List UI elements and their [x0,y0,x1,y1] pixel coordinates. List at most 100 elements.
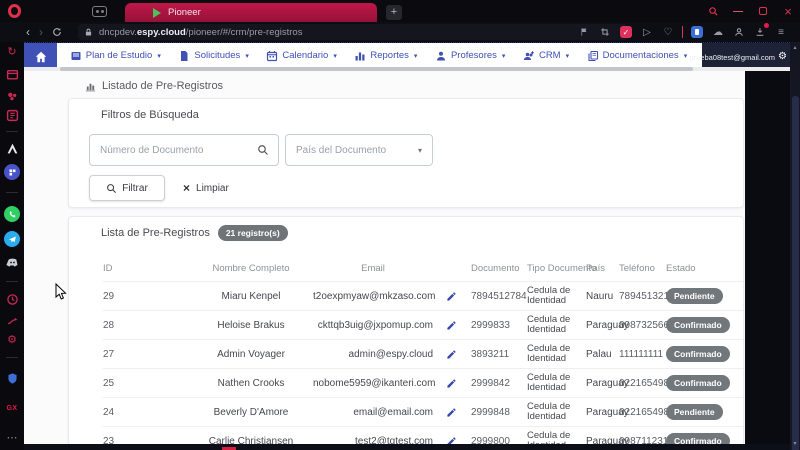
gx-logo-icon[interactable]: GX [0,400,24,416]
cell-telefono: 0987325665 [615,320,663,331]
column-header: Email [313,263,433,274]
telegram-icon[interactable] [0,231,24,247]
chevron-down-icon: ▾ [566,52,570,60]
account-gear-icon[interactable]: ⚙ [778,52,787,62]
search-tabs-icon[interactable] [705,3,721,19]
cell-telefono: 111111111 [615,349,663,360]
cell-documento: 3893211 [457,349,515,360]
v-scrollbar-thumb[interactable] [792,96,799,450]
column-header: País [579,263,615,274]
menu-icon[interactable]: ≡ [774,25,788,39]
chevron-down-icon: ▾ [245,52,249,60]
document-number-field[interactable] [89,134,279,166]
edit-pencil-icon[interactable] [433,378,457,389]
nav-item-profesores[interactable]: Profesores ▾ [435,50,505,62]
cell-email: admin@espy.cloud [313,349,433,360]
status-badge: Confirmado [666,317,730,333]
cloud-icon[interactable]: ☁ [711,25,725,39]
status-badge: Pendiente [666,288,723,304]
cell-documento: 2999842 [457,378,515,389]
pin-icon[interactable] [577,25,591,39]
scroll-down-icon[interactable]: ▾ [790,440,800,448]
browser-titlebar: Pioneer + — × [0,0,800,22]
page-vertical-scrollbar[interactable]: ▴ ▾ [790,42,800,450]
table-header-row: IDNombre CompletoEmailDocumentoTipo Docu… [103,255,744,281]
chevron-down-icon: ▾ [333,52,337,60]
list-title: Lista de Pre-Registros [101,227,210,239]
table-row: 27Admin Voyageradmin@espy.cloud3893211Ce… [103,339,744,368]
nav-item-solicitudes[interactable]: Solicitudes▾ [178,50,248,62]
new-tab-button[interactable]: + [386,5,402,20]
history-icon[interactable] [0,291,24,307]
downloads-icon[interactable] [753,25,767,39]
search-icon [257,144,269,156]
reload-icon[interactable] [52,27,62,37]
bookmark-heart-icon[interactable]: ♡ [661,25,675,39]
workspace-icon[interactable] [92,6,107,17]
lock-icon [84,28,93,37]
nav-item-calendario[interactable]: Calendario▾ [266,50,336,62]
nav-item-crm[interactable]: CRM▾ [523,50,569,62]
browser-window: Pioneer + — × ‹ › dncpdev.espy.cloud/pio… [0,0,800,450]
close-button[interactable]: × [780,3,796,19]
cell-estado: Confirmado [663,346,744,362]
cell-tipo-documento: Cedula de Identidad [515,373,579,394]
url-field[interactable]: dncpdev.espy.cloud/pioneer/#/crm/pre-reg… [78,24,628,40]
column-header: ID [103,263,189,274]
aria-ai-icon[interactable] [0,140,24,156]
nav-item-plan-de-estudio[interactable]: Plan de Estudio▾ [70,50,161,62]
cell-nombre: Heloise Brakus [189,320,313,331]
opera-gx-logo-icon[interactable] [8,4,21,18]
forward-icon[interactable]: › [39,26,43,38]
document-number-input[interactable] [90,145,257,156]
cell-documento: 2999833 [457,320,515,331]
right-dark-band [745,71,790,444]
easy-files-icon[interactable] [0,66,24,82]
cell-tipo-documento: Cedula de Identidad [515,431,579,446]
edit-pencil-icon[interactable] [433,291,457,302]
snapshot-icon[interactable] [598,25,612,39]
country-select[interactable]: País del Documento ▾ [285,134,433,166]
pink-extension-icon[interactable]: ✓ [619,25,633,39]
mods-icon[interactable] [0,107,24,123]
filters-card: Filtros de Búsqueda País del Documento ▾… [68,98,744,208]
edit-pencil-icon[interactable] [433,320,457,331]
nav-item-documentaciones[interactable]: Documentaciones▾ [587,50,688,62]
cell-tipo-documento: Cedula de Identidad [515,315,579,336]
table-row: 29Miaru Kenpelt2oexpmyaw@mkzaso.com78945… [103,281,744,310]
whatsapp-icon[interactable] [0,206,24,222]
my-flow-icon[interactable] [0,312,24,328]
tab-title: Pioneer [168,7,201,18]
table-row: 24Beverly D'Amoreemail@email.com2999848C… [103,397,744,426]
gx-cleaner-icon[interactable] [0,88,24,104]
minimize-button[interactable]: — [730,3,746,19]
filter-button[interactable]: Filtrar [89,175,165,201]
sidebar-divider [0,273,24,289]
edit-pencil-icon[interactable] [433,407,457,418]
scroll-up-icon[interactable]: ▴ [790,44,800,52]
pinned-app-icon[interactable] [0,164,24,180]
settings-icon[interactable]: ⚙ [0,332,24,348]
more-icon[interactable]: ⋯ [0,430,24,446]
page-content: Listado de Pre-Registros Filtros de Búsq… [24,71,745,444]
nav-item-reportes[interactable]: Reportes▾ [354,50,417,62]
nav-item-label: Documentaciones [603,50,679,61]
table-row: 28Heloise Brakusckttqb3uig@jxpomup.com29… [103,310,744,339]
nav-item-label: Profesores [451,50,497,61]
send-to-device-icon[interactable]: ▷ [640,25,654,39]
back-icon[interactable]: ‹ [26,26,30,38]
chart-icon [85,81,96,92]
maximize-button[interactable] [755,3,771,19]
discord-icon[interactable] [0,254,24,270]
sidebar-divider [0,123,24,139]
edit-pencil-icon[interactable] [433,349,457,360]
profile-icon[interactable] [732,25,746,39]
browser-tab[interactable]: Pioneer [125,3,377,22]
chevron-down-icon: ▾ [502,52,506,60]
column-header: Teléfono [615,263,663,274]
gx-corner-icon[interactable]: ↻ [0,44,24,60]
clear-button[interactable]: × Limpiar [175,175,237,201]
vpn-shield-icon[interactable] [0,370,24,386]
blue-extension-icon[interactable] [690,25,704,39]
chevron-down-icon: ▾ [157,52,161,60]
